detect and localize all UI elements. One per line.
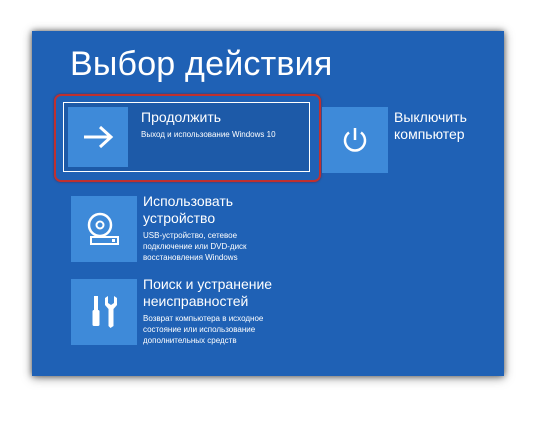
continue-option[interactable]: Продолжить Выход и использование Windows…	[54, 94, 321, 182]
continue-title: Продолжить	[141, 109, 222, 125]
troubleshoot-desc-line1: Возврат компьютера в исходное	[143, 314, 264, 323]
troubleshoot-desc-line3: дополнительных средств	[143, 336, 237, 345]
troubleshoot-description: Возврат компьютера в исходное состояние …	[143, 313, 263, 346]
power-off-option[interactable]: Выключить компьютер	[322, 107, 482, 177]
recovery-screen: Выбор действия Продолжить Выход и исполь…	[32, 31, 504, 376]
use-device-desc-line2: подключение или DVD-диск	[143, 242, 247, 251]
troubleshoot-desc-line2: состояние или использование	[143, 325, 256, 334]
power-off-title: Выключить компьютер	[394, 109, 467, 143]
arrow-right-icon	[68, 107, 128, 167]
use-device-desc-line3: восстановления Windows	[143, 253, 238, 262]
power-off-title-line2: компьютер	[394, 126, 465, 142]
disc-drive-icon	[71, 196, 137, 262]
page-title: Выбор действия	[70, 45, 333, 83]
use-device-title-line1: Использовать	[143, 193, 234, 209]
continue-description: Выход и использование Windows 10	[141, 130, 276, 139]
power-off-title-line1: Выключить	[394, 109, 467, 125]
troubleshoot-title: Поиск и устранение неисправностей	[143, 276, 272, 310]
troubleshoot-title-line1: Поиск и устранение	[143, 276, 273, 292]
use-device-title: Использовать устройство	[143, 193, 233, 227]
tools-icon	[71, 279, 137, 345]
power-icon	[322, 107, 388, 173]
troubleshoot-title-line2: неисправностей	[143, 293, 249, 309]
use-device-title-line2: устройство	[143, 210, 216, 226]
troubleshoot-option[interactable]: Поиск и устранение неисправностей Возвра…	[71, 276, 331, 356]
use-device-description: USB-устройство, сетевое подключение или …	[143, 230, 247, 263]
use-device-desc-line1: USB-устройство, сетевое	[143, 231, 238, 240]
use-device-option[interactable]: Использовать устройство USB-устройство, …	[71, 193, 331, 273]
